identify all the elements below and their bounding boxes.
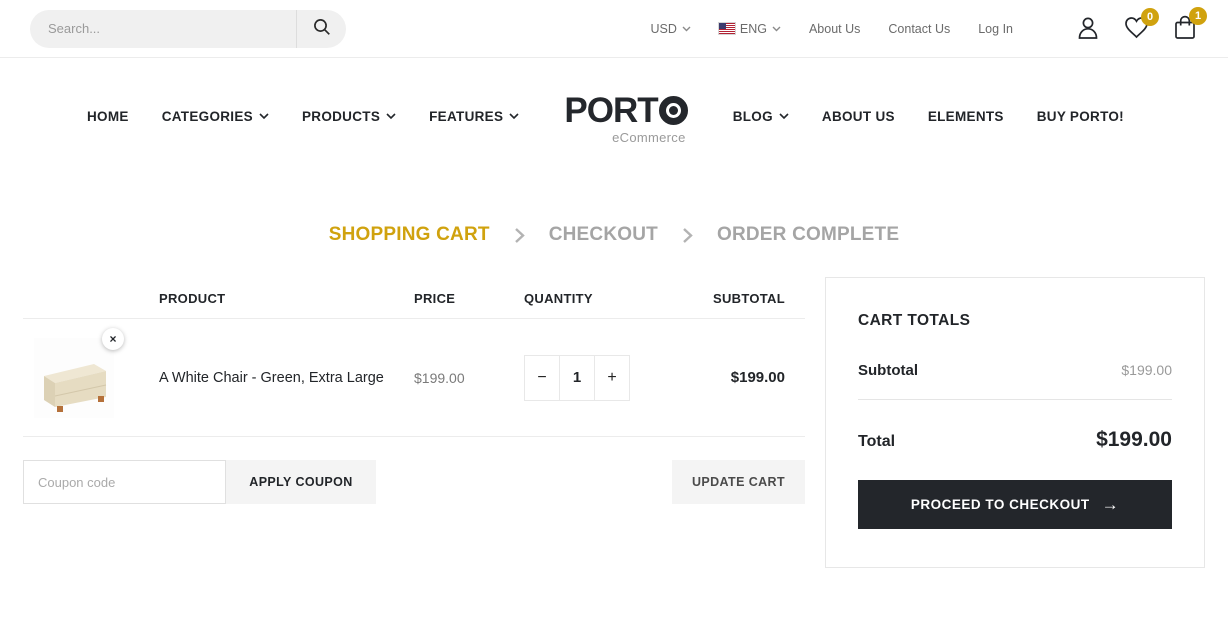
col-header-quantity: QUANTITY — [524, 291, 690, 318]
product-name-link[interactable]: A White Chair - Green, Extra Large — [159, 370, 414, 386]
nav-item-buy-porto[interactable]: BUY PORTO! — [1037, 109, 1124, 124]
total-label: Total — [858, 433, 895, 451]
nav-right: BLOG ABOUT US ELEMENTS BUY PORTO! — [733, 109, 1124, 124]
step-order-complete[interactable]: ORDER COMPLETE — [717, 224, 899, 246]
language-selector[interactable]: ENG — [719, 22, 781, 36]
search-button[interactable] — [296, 10, 346, 48]
chevron-right-icon — [514, 227, 525, 244]
chevron-down-icon — [779, 113, 789, 120]
cart-table: PRODUCT PRICE QUANTITY SUBTOTAL — [23, 277, 805, 568]
nav-item-features[interactable]: FEATURES — [429, 109, 519, 124]
nav-left: HOME CATEGORIES PRODUCTS FEATURES — [87, 109, 519, 124]
account-button[interactable] — [1075, 14, 1101, 44]
topbar-right: USD ENG About Us Contact Us Log In — [650, 14, 1198, 44]
cart-page-content: PRODUCT PRICE QUANTITY SUBTOTAL — [0, 277, 1228, 568]
chevron-right-icon — [682, 227, 693, 244]
update-cart-button[interactable]: UPDATE CART — [672, 460, 805, 504]
subtotal-value: $199.00 — [1121, 362, 1172, 378]
search-bar — [30, 10, 346, 48]
nav-item-products[interactable]: PRODUCTS — [302, 109, 396, 124]
total-value: $199.00 — [1096, 428, 1172, 452]
step-checkout[interactable]: CHECKOUT — [549, 224, 658, 246]
remove-item-button[interactable]: × — [102, 328, 124, 350]
top-bar: USD ENG About Us Contact Us Log In — [0, 0, 1228, 58]
search-input[interactable] — [30, 21, 296, 36]
chevron-down-icon — [509, 113, 519, 120]
logo-text: PORT — [564, 93, 657, 128]
total-row: Total $199.00 — [858, 428, 1172, 452]
logo-o-icon — [659, 96, 688, 125]
product-price: $199.00 — [414, 370, 524, 386]
chevron-down-icon — [682, 26, 691, 32]
apply-coupon-button[interactable]: APPLY COUPON — [226, 460, 376, 504]
cart-totals-title: CART TOTALS — [858, 312, 1172, 330]
subtotal-label: Subtotal — [858, 362, 918, 379]
nav-item-about-us[interactable]: ABOUT US — [822, 109, 895, 124]
chevron-down-icon — [772, 26, 781, 32]
language-label: ENG — [740, 22, 767, 36]
row-subtotal: $199.00 — [690, 369, 805, 386]
cart-table-header: PRODUCT PRICE QUANTITY SUBTOTAL — [23, 277, 805, 319]
proceed-to-checkout-button[interactable]: PROCEED TO CHECKOUT → — [858, 480, 1172, 529]
currency-selector[interactable]: USD — [650, 22, 690, 36]
main-navigation: HOME CATEGORIES PRODUCTS FEATURES PORT e… — [0, 58, 1228, 175]
logo-subtitle: eCommerce — [564, 131, 687, 144]
cart-actions: APPLY COUPON UPDATE CART — [23, 460, 805, 504]
wishlist-count-badge: 0 — [1141, 8, 1159, 26]
quantity-stepper: − 1 + — [524, 355, 690, 401]
us-flag-icon — [719, 23, 735, 34]
product-thumbnail[interactable]: × — [34, 338, 114, 418]
quantity-decrease-button[interactable]: − — [524, 355, 560, 401]
checkout-steps: SHOPPING CART CHECKOUT ORDER COMPLETE — [0, 205, 1228, 265]
chevron-down-icon — [259, 113, 269, 120]
search-icon — [312, 17, 332, 40]
cart-totals-panel: CART TOTALS Subtotal $199.00 Total $199.… — [825, 277, 1205, 568]
wishlist-button[interactable]: 0 — [1123, 15, 1150, 43]
col-header-price: PRICE — [414, 291, 524, 318]
header-spacer — [23, 306, 159, 318]
checkout-button-label: PROCEED TO CHECKOUT — [911, 497, 1090, 512]
col-header-subtotal: SUBTOTAL — [690, 291, 805, 318]
quantity-value[interactable]: 1 — [559, 355, 595, 401]
coupon-code-input[interactable] — [23, 460, 226, 504]
arrow-right-icon: → — [1102, 495, 1120, 515]
step-shopping-cart[interactable]: SHOPPING CART — [329, 224, 490, 246]
nav-item-home[interactable]: HOME — [87, 109, 129, 124]
quantity-increase-button[interactable]: + — [594, 355, 630, 401]
col-header-product: PRODUCT — [159, 291, 414, 318]
cart-button[interactable]: 1 — [1172, 14, 1198, 44]
nav-item-elements[interactable]: ELEMENTS — [928, 109, 1004, 124]
cart-count-badge: 1 — [1189, 7, 1207, 25]
contact-us-link[interactable]: Contact Us — [888, 22, 950, 36]
person-icon — [1075, 14, 1101, 44]
cart-item-row: × A White Chair - Green, Extra Large $19… — [23, 319, 805, 437]
about-us-link[interactable]: About Us — [809, 22, 860, 36]
subtotal-row: Subtotal $199.00 — [858, 362, 1172, 400]
login-link[interactable]: Log In — [978, 22, 1013, 36]
topbar-icons: 0 1 — [1075, 14, 1198, 44]
nav-item-categories[interactable]: CATEGORIES — [162, 109, 269, 124]
currency-label: USD — [650, 22, 676, 36]
nav-item-blog[interactable]: BLOG — [733, 109, 789, 124]
chevron-down-icon — [386, 113, 396, 120]
site-logo[interactable]: PORT eCommerce — [564, 93, 687, 144]
